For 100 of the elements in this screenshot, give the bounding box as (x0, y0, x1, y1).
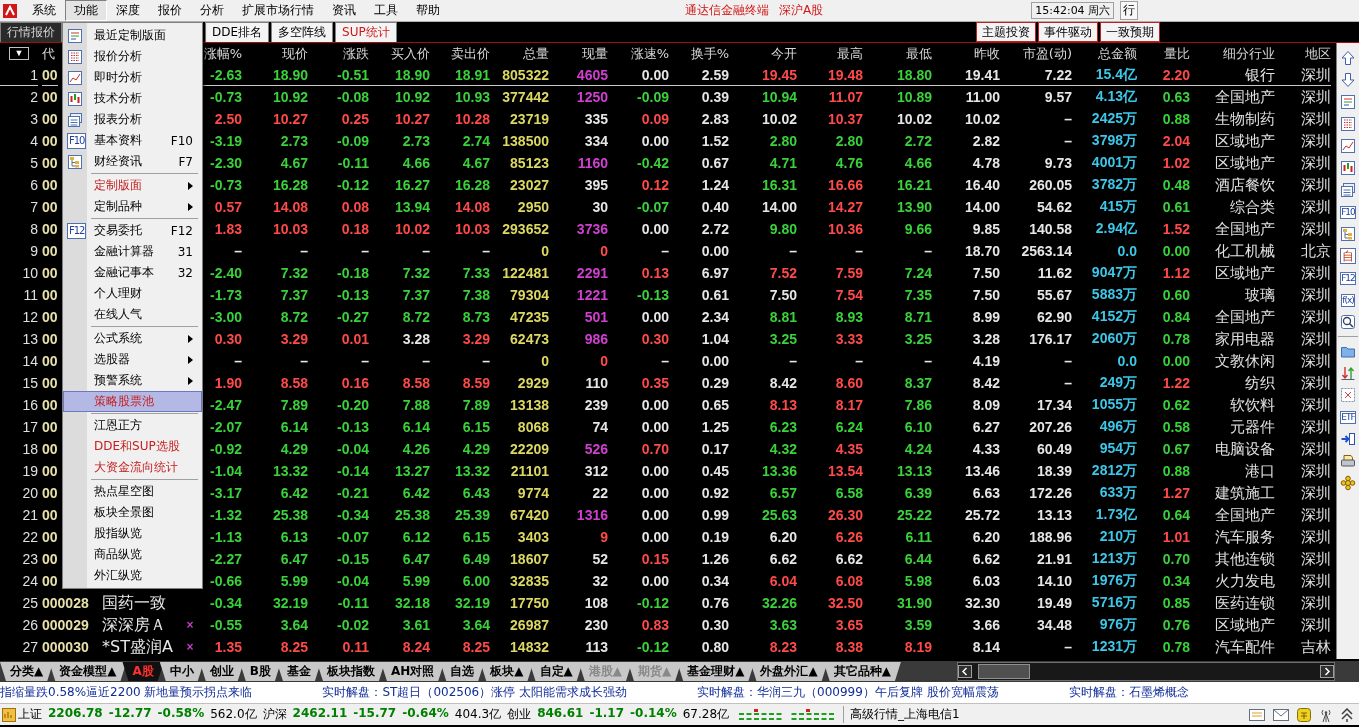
scroll-thumb[interactable] (978, 664, 1030, 679)
column-header[interactable]: 细分行业 (1190, 44, 1275, 63)
news-headline[interactable]: 实时解盘：华润三九（000999）午后复牌 股价宽幅震荡 (697, 684, 999, 701)
column-header[interactable]: 量比 (1137, 44, 1190, 63)
column-header[interactable]: 昨收 (932, 44, 1000, 63)
market-tab[interactable]: 中小 (159, 662, 204, 681)
column-header[interactable]: 最高 (797, 44, 863, 63)
sort-button[interactable]: ▼ (9, 47, 29, 60)
market-tab[interactable]: B股 (239, 662, 281, 681)
research-tab[interactable]: 事件驱动 (1038, 22, 1098, 42)
view-tab[interactable]: 行情报价 (0, 22, 62, 42)
news-headline[interactable]: 实时解盘：石墨烯概念 (1068, 684, 1189, 701)
news-headline[interactable]: 实时解盘：ST超日（002506）涨停 太阳能需求成长强劲 (322, 684, 628, 701)
menu-item[interactable]: 大资金流向统计 (63, 457, 202, 478)
column-header[interactable]: 涨速% (608, 44, 669, 63)
menu-item[interactable]: 定制品种 (63, 196, 202, 217)
menubar-item[interactable]: 工具 (365, 0, 407, 21)
column-header[interactable]: 换手% (669, 44, 729, 63)
column-header[interactable]: 总量 (490, 44, 549, 63)
menu-item[interactable]: 技术分析 (63, 88, 202, 109)
corner-button[interactable]: 行 (1120, 1, 1139, 20)
menubar-item[interactable]: 帮助 (407, 0, 449, 21)
table-cell-text: 4.26 (401, 441, 430, 457)
market-tab[interactable]: 板块指数 (316, 662, 385, 681)
menu-item[interactable]: 最近定制版面 (63, 25, 202, 46)
market-tab[interactable]: A股 (122, 662, 164, 681)
column-header[interactable]: 最低 (863, 44, 932, 63)
antenna-icon[interactable] (1319, 707, 1333, 722)
menubar-item[interactable]: 扩展市场行情 (233, 0, 323, 21)
column-header[interactable]: 总金额 (1072, 44, 1137, 63)
column-header[interactable]: 今开 (729, 44, 797, 63)
column-header[interactable]: 地区 (1275, 44, 1331, 63)
table-cell-text: 6.15 (461, 529, 490, 545)
up-arrows-icon[interactable] (1341, 707, 1353, 722)
menu-item[interactable]: F10 基本资料 F10 (63, 130, 202, 151)
menu-item[interactable]: DDE和SUP选股 (63, 436, 202, 457)
menu-item[interactable]: 报价分析 (63, 46, 202, 67)
market-tab[interactable]: 自定▲ (529, 662, 583, 681)
menubar-item[interactable]: 系统 (23, 0, 65, 21)
market-tab[interactable]: 创业 (199, 662, 244, 681)
menu-item[interactable]: 外汇纵览 (63, 565, 202, 586)
menubar-item[interactable]: 功能 (65, 0, 107, 21)
column-header[interactable]: 现价 (242, 44, 308, 63)
table-cell-text: 7.50 (971, 265, 1000, 281)
table-cell-text: 13.36 (760, 463, 797, 479)
view-tab[interactable]: DDE排名 (205, 22, 270, 42)
toolbar-button[interactable]: f(x) (1336, 290, 1359, 310)
frame-icon (1340, 387, 1356, 403)
research-tab[interactable]: 一致预期 (1100, 22, 1160, 42)
menubar-item[interactable]: 深度 (107, 0, 149, 21)
menu-item[interactable]: 个人理财 (63, 283, 202, 304)
market-tab[interactable]: 基金 (276, 662, 321, 681)
market-tab[interactable]: 板块▲ (480, 662, 534, 681)
market-tab[interactable]: AH对照 (380, 662, 445, 681)
menu-item[interactable]: 公式系统 (63, 328, 202, 349)
menubar-item[interactable]: 报价 (149, 0, 191, 21)
message-icon[interactable] (1249, 707, 1265, 722)
column-header[interactable]: 现量 (549, 44, 608, 63)
menubar-item[interactable]: 分析 (191, 0, 233, 21)
column-header[interactable]: 涨跌 (308, 44, 369, 63)
research-tab[interactable]: 主题投资 (976, 22, 1036, 42)
menu-item[interactable]: 金融记事本 32 (63, 262, 202, 283)
table-cell-text: -3.00 (209, 309, 242, 325)
table-cell-text: 0.00 (1161, 243, 1190, 259)
market-tab[interactable]: 外盘外汇▲ (750, 662, 828, 681)
view-tab[interactable]: 多空阵线 (271, 22, 334, 42)
table-cell-text: 家用电器 (1214, 329, 1275, 349)
menu-item[interactable]: 热点星空图 (63, 481, 202, 502)
market-tab[interactable]: 其它品种▲ (823, 662, 901, 681)
market-tab[interactable]: 分类▲ (0, 662, 54, 681)
menu-item[interactable]: 金融计算器 31 (63, 241, 202, 262)
menu-item[interactable]: 预警系统 (63, 370, 202, 391)
market-tab[interactable]: 资金模型▲ (49, 662, 127, 681)
menubar-item[interactable]: 资讯 (323, 0, 365, 21)
menu-item[interactable]: 即时分析 (63, 67, 202, 88)
column-header[interactable]: 市盈(动) (1000, 44, 1072, 63)
menu-item[interactable]: 板块全景图 (63, 502, 202, 523)
news-headline[interactable]: 指缩量跌0.58%逼近2200 新地量预示拐点来临 (0, 684, 253, 701)
menu-item[interactable]: 定制版面 (63, 175, 202, 196)
coin-icon[interactable] (1297, 707, 1311, 722)
column-header[interactable]: 代 (38, 44, 55, 63)
menu-item[interactable]: 江恩正方 (63, 415, 202, 436)
menu-item[interactable]: 在线人气 (63, 304, 202, 325)
menu-item[interactable]: 股指纵览 (63, 523, 202, 544)
scrollbar[interactable] (957, 662, 1335, 681)
column-header[interactable]: 买入价 (369, 44, 430, 63)
market-tab[interactable]: 基金理财▲ (677, 662, 755, 681)
mail-icon[interactable] (1273, 707, 1289, 722)
menu-item[interactable]: F12 交易委托 F12 (63, 220, 202, 241)
chevron-left-icon[interactable] (958, 665, 972, 678)
market-tab[interactable]: 自选 (440, 662, 485, 681)
view-tab[interactable]: SUP统计 (335, 22, 397, 42)
menu-item[interactable]: 财经资讯 F7 (63, 151, 202, 172)
menu-item[interactable]: 报表分析 (63, 109, 202, 130)
column-header[interactable]: 卖出价 (430, 44, 490, 63)
row-number: 7 (29, 199, 38, 215)
menu-item[interactable]: 选股器 (63, 349, 202, 370)
menu-item[interactable]: 商品纵览 (63, 544, 202, 565)
table-cell-text: 6.57 (768, 485, 797, 501)
chevron-right-icon[interactable] (1320, 665, 1334, 678)
